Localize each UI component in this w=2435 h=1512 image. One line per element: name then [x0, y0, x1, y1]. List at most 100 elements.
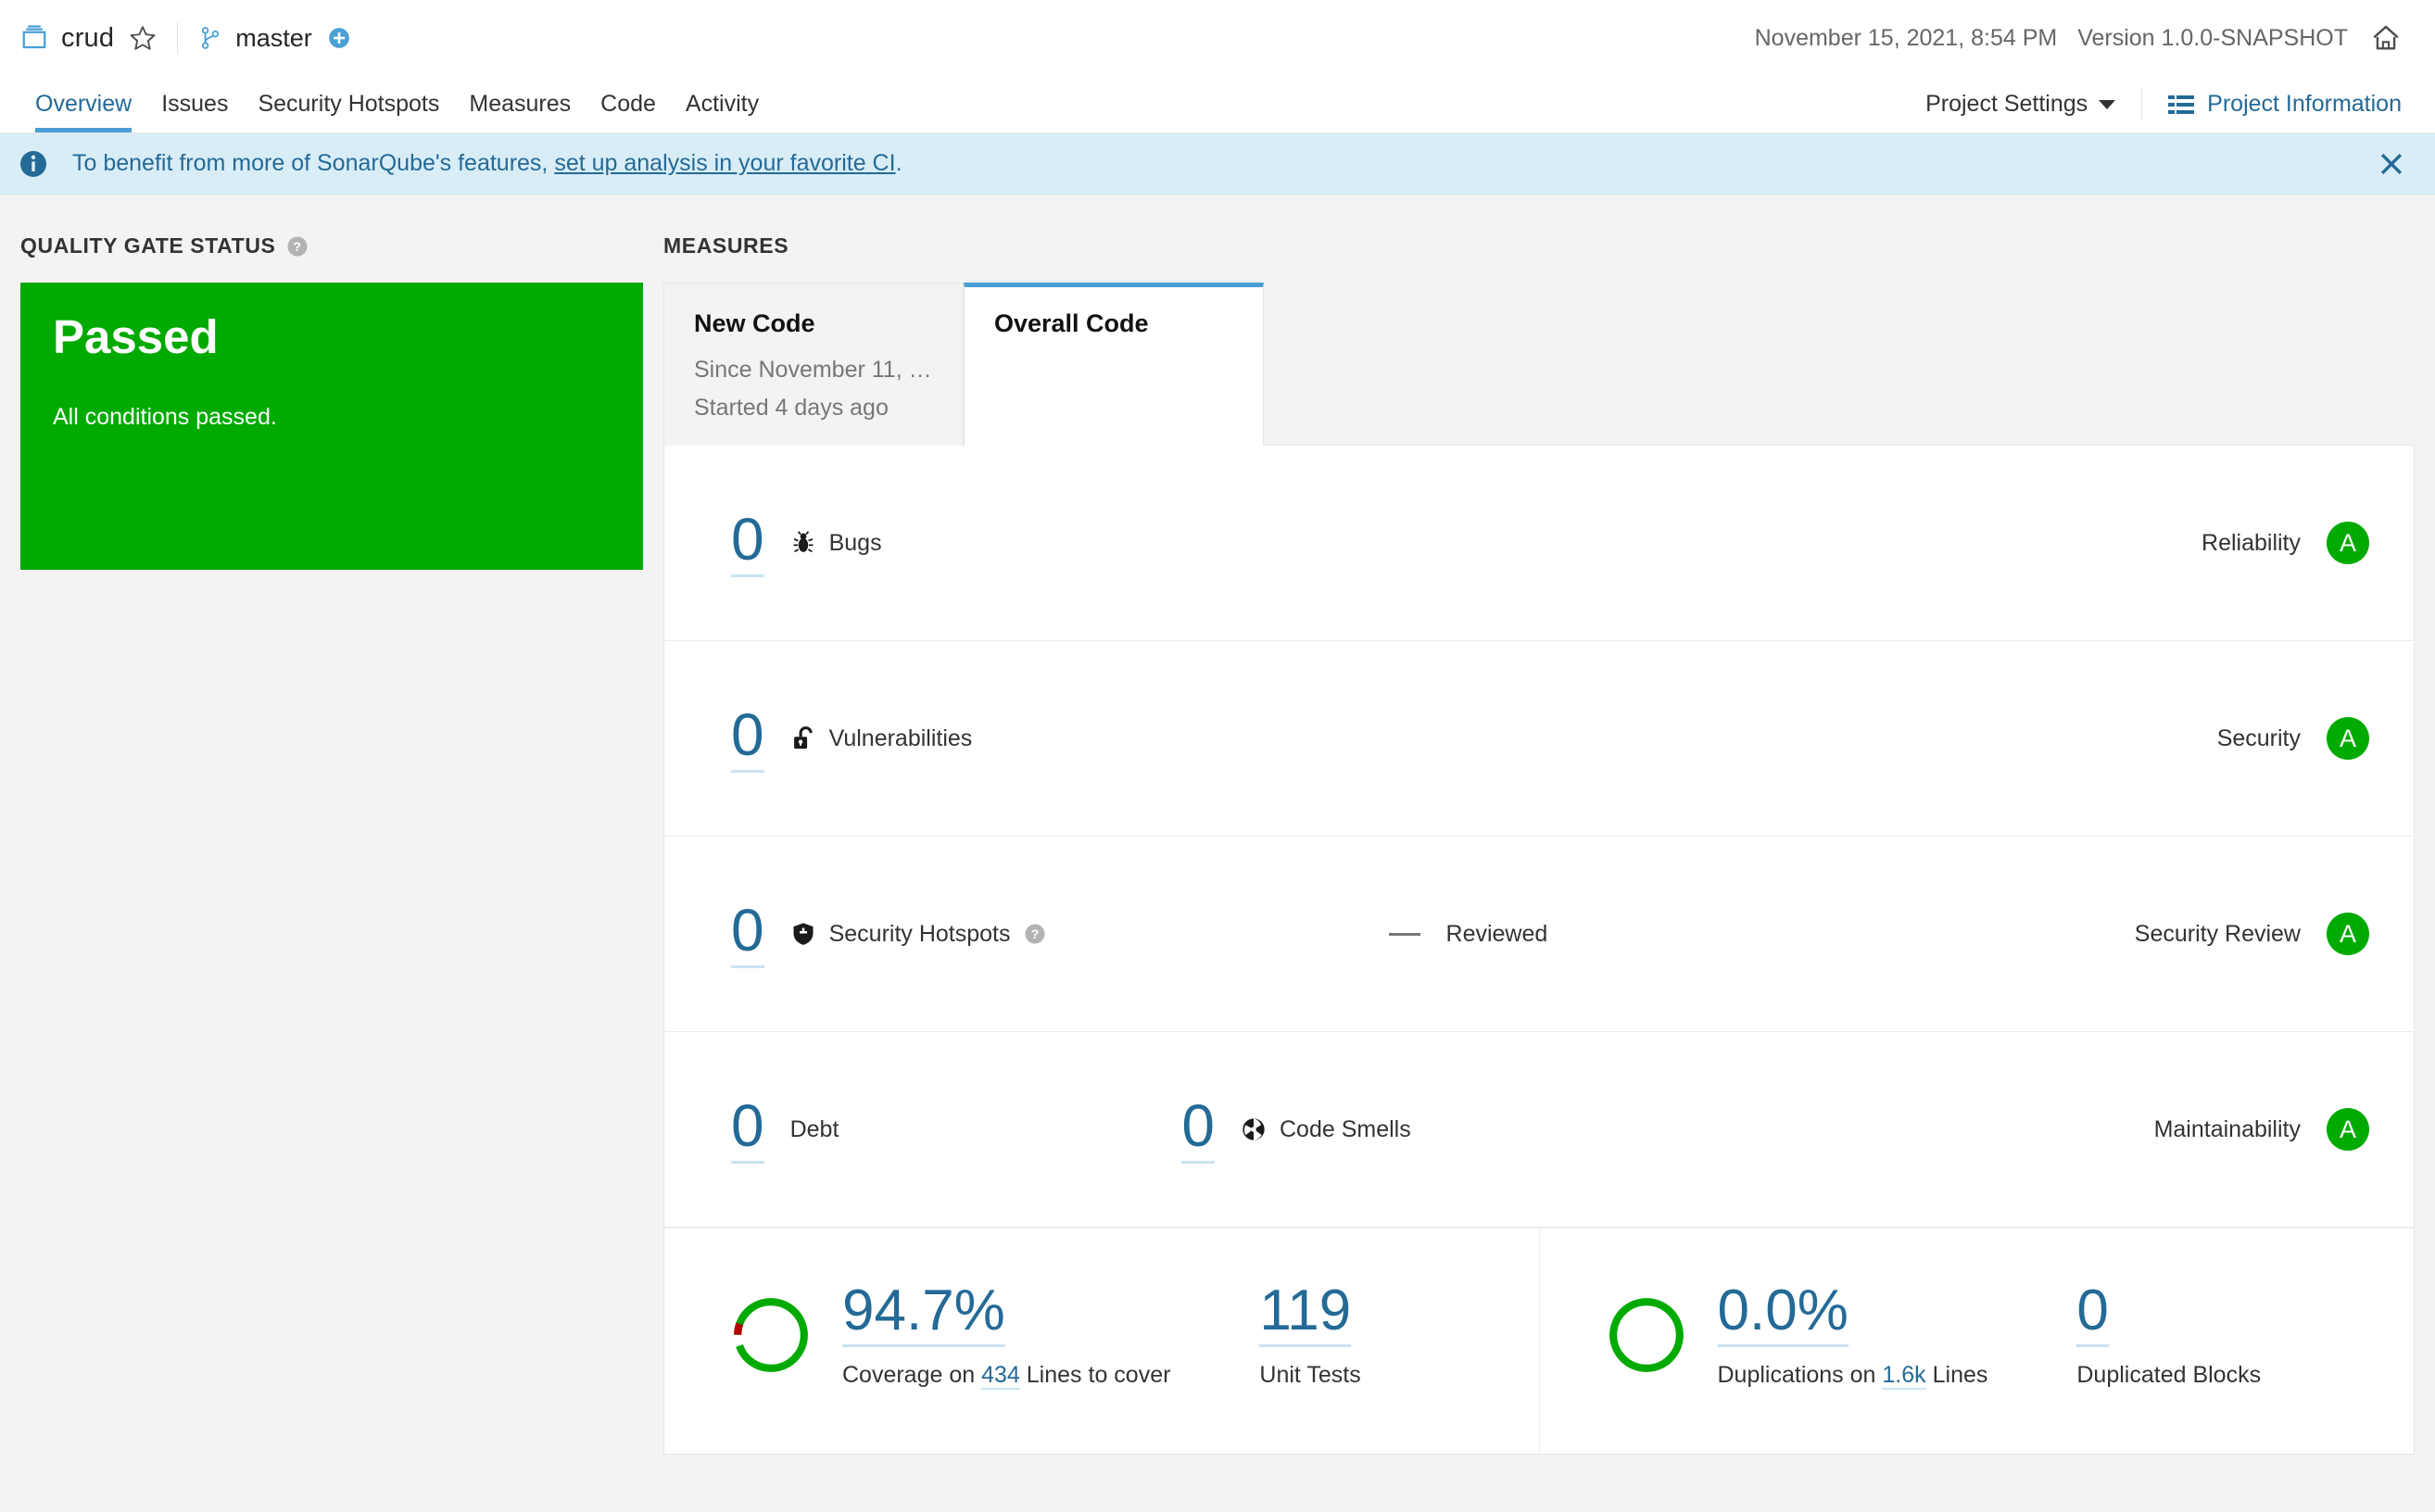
duplications-caption-after: Lines [1932, 1362, 1988, 1389]
nav-item-activity[interactable]: Activity [671, 76, 774, 132]
nav-item-label: Issues [161, 91, 229, 117]
star-icon[interactable] [129, 24, 157, 52]
project-version: Version 1.0.0-SNAPSHOT [2077, 24, 2348, 51]
nav-item-code[interactable]: Code [586, 76, 671, 132]
debt-label-group: Debt [790, 1116, 839, 1143]
divider [2141, 88, 2143, 120]
coverage-caption-after: Lines to cover [1026, 1362, 1171, 1389]
security-hotspots-label-group: Security Hotspots ? [790, 921, 1046, 948]
coverage-caption-before: Coverage on [842, 1362, 976, 1389]
coverage-donut-icon [731, 1295, 811, 1375]
security-rating-group: Security A [2217, 717, 2369, 760]
security-label: Security [2216, 724, 2301, 751]
ci-analysis-banner: To benefit from more of SonarQube's feat… [0, 133, 2435, 195]
unit-tests-caption: Unit Tests [1259, 1362, 1361, 1389]
reviewed-empty-dash [1388, 932, 1420, 936]
maintainability-rating-group: Maintainability A [2154, 1108, 2369, 1151]
duplicated-lines-link[interactable]: 1.6k [1882, 1362, 1926, 1391]
project-identity: crud master [20, 22, 351, 54]
duplications-caption-before: Duplications on [1717, 1362, 1876, 1389]
quality-gate-status: Passed [53, 310, 219, 363]
measures-column: Measures New Code Since November 11, … S… [643, 233, 2415, 1455]
project-name[interactable]: crud [61, 23, 114, 54]
security-hotspots-label: Security Hotspots [828, 920, 1011, 947]
close-icon[interactable] [2376, 148, 2407, 180]
duplications-caption: Duplications on 1.6k Lines [1717, 1362, 1988, 1391]
debt-value[interactable]: 0 [731, 1096, 764, 1164]
banner-text-after: . [895, 150, 902, 176]
bugs-value[interactable]: 0 [731, 510, 764, 577]
svg-text:?: ? [1030, 926, 1039, 941]
duplications-panel: 0.0% Duplications on 1.6k Lines 0 Duplic… [1538, 1228, 2415, 1455]
security-review-rating-badge[interactable]: A [2327, 913, 2369, 955]
top-bar-meta: November 15, 2021, 8:54 PM Version 1.0.0… [1755, 22, 2402, 54]
nav-right-actions: Project Settings Project Information [1925, 76, 2402, 132]
duplications-stat: 0.0% Duplications on 1.6k Lines [1717, 1280, 1988, 1391]
measures-tabs: New Code Since November 11, … Started 4 … [663, 283, 2415, 446]
reliability-rating-badge[interactable]: A [2327, 522, 2369, 564]
tab-new-code[interactable]: New Code Since November 11, … Started 4 … [663, 283, 964, 446]
project-icon [20, 24, 48, 52]
measures-section-title: Measures [663, 233, 2415, 258]
help-circle-icon[interactable]: ? [286, 235, 309, 258]
vulnerabilities-label: Vulnerabilities [828, 724, 973, 751]
coverage-percent[interactable]: 94.7% [842, 1280, 1005, 1348]
code-smells-group: 0 Code Smells [1181, 1096, 1411, 1164]
code-smells-label-group: Code Smells [1241, 1116, 1411, 1143]
debt-label: Debt [789, 1115, 839, 1142]
code-smells-value[interactable]: 0 [1181, 1096, 1215, 1164]
tab-title: Overall Code [994, 309, 1149, 337]
duplications-percent[interactable]: 0.0% [1717, 1280, 1848, 1348]
security-review-label: Security Review [2134, 920, 2301, 947]
open-lock-icon [790, 725, 816, 751]
project-information-label: Project Information [2207, 91, 2402, 117]
lines-to-cover-link[interactable]: 434 [981, 1362, 1020, 1391]
security-hotspots-value[interactable]: 0 [731, 901, 764, 968]
coverage-panel: 94.7% Coverage on 434 Lines to cover 119… [664, 1228, 1539, 1454]
divider [177, 22, 179, 54]
code-smell-icon [1241, 1116, 1267, 1142]
project-settings-menu[interactable]: Project Settings [1925, 91, 2116, 118]
home-icon[interactable] [2370, 22, 2402, 54]
nav-item-label: Security Hotspots [258, 91, 440, 117]
tab-overall-code[interactable]: Overall Code [964, 283, 1264, 446]
duplicated-blocks-value[interactable]: 0 [2076, 1280, 2109, 1348]
duplicated-blocks-stat: 0 Duplicated Blocks [2076, 1280, 2261, 1389]
nav-item-label: Code [600, 91, 656, 117]
measure-row-maintainability: 0 Debt 0 Code Smells Maintainability A [664, 1032, 2414, 1228]
measure-row-security-hotspots: 0 Security Hotspots ? Reviewed Security … [664, 837, 2414, 1032]
coverage-stat: 94.7% Coverage on 434 Lines to cover [842, 1280, 1171, 1391]
branch-name[interactable]: master [235, 24, 312, 53]
shield-icon [790, 921, 816, 947]
vulnerabilities-value[interactable]: 0 [731, 705, 764, 773]
nav-item-label: Activity [685, 91, 760, 117]
nav-item-measures[interactable]: Measures [454, 76, 586, 132]
nav-item-overview[interactable]: Overview [20, 76, 146, 132]
tab-since-date: Since November 11, … [694, 357, 932, 383]
project-information-button[interactable]: Project Information [2168, 91, 2402, 118]
unit-tests-value[interactable]: 119 [1259, 1280, 1352, 1348]
info-circle-icon [19, 149, 48, 179]
nav-item-issues[interactable]: Issues [146, 76, 243, 132]
security-review-rating-group: Security Review A [2135, 913, 2369, 955]
help-circle-icon[interactable]: ? [1024, 923, 1046, 945]
main-navigation: Overview Issues Security Hotspots Measur… [0, 76, 2435, 133]
plus-circle-icon[interactable] [327, 26, 351, 50]
reliability-label: Reliability [2202, 529, 2301, 556]
reviewed-group: Reviewed [1388, 920, 1548, 948]
duplications-donut-icon [1607, 1295, 1686, 1375]
maintainability-rating-badge[interactable]: A [2327, 1108, 2369, 1151]
tab-started-ago: Started 4 days ago [694, 395, 889, 421]
nav-item-label: Measures [469, 91, 572, 117]
quality-gate-card: Passed All conditions passed. [20, 283, 643, 570]
banner-text-before: To benefit from more of SonarQube's feat… [72, 150, 549, 176]
overview-page: Quality Gate Status ? Passed All conditi… [0, 195, 2435, 1455]
section-title-label: Measures [663, 233, 789, 258]
quality-gate-column: Quality Gate Status ? Passed All conditi… [20, 233, 643, 1455]
nav-item-security-hotspots[interactable]: Security Hotspots [243, 76, 454, 132]
setup-ci-link[interactable]: set up analysis in your favorite CI [554, 150, 895, 176]
reviewed-label: Reviewed [1445, 920, 1548, 947]
security-rating-badge[interactable]: A [2327, 717, 2369, 760]
bugs-label-group: Bugs [790, 530, 882, 557]
duplicated-blocks-caption: Duplicated Blocks [2076, 1362, 2262, 1389]
